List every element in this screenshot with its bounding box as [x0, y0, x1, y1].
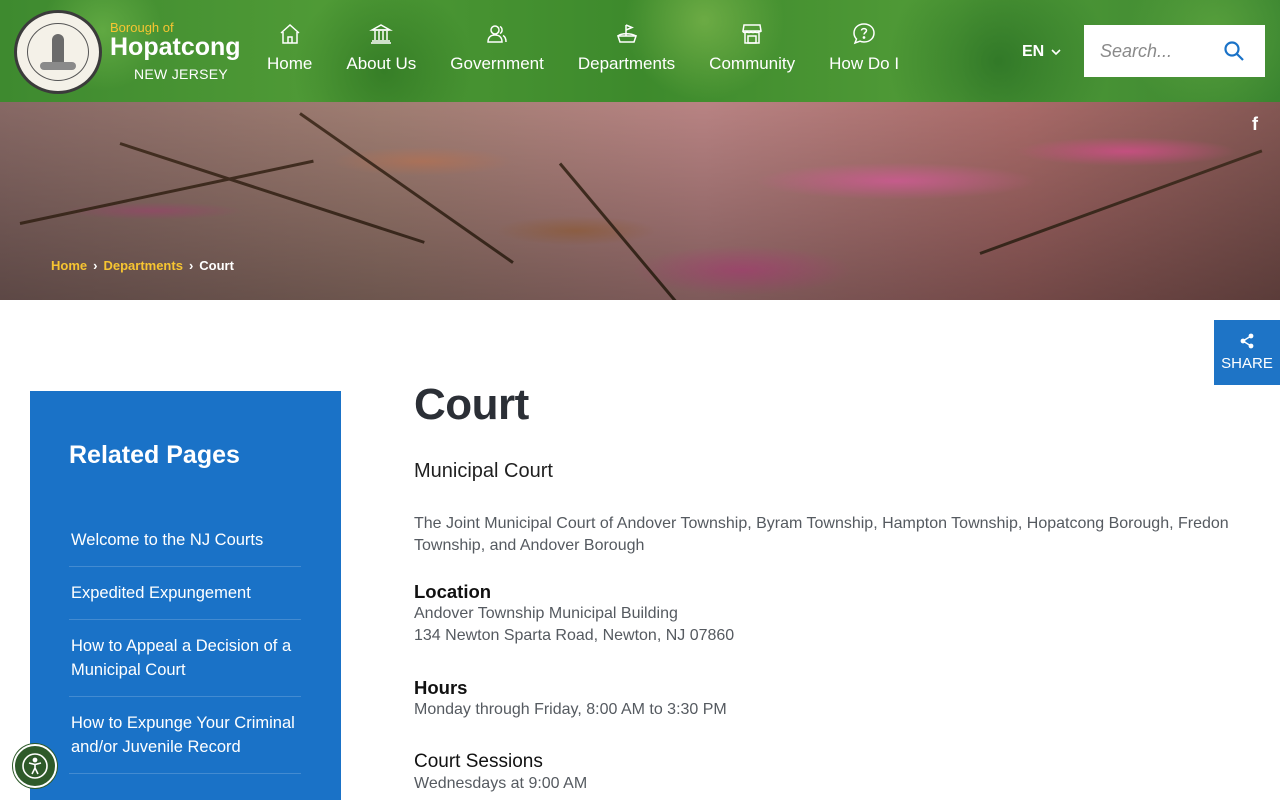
related-link-appeal-decision[interactable]: How to Appeal a Decision of a Municipal …: [69, 620, 301, 697]
accessibility-icon: [22, 753, 48, 779]
building-icon: [369, 24, 394, 44]
related-pages-sidebar: Related Pages Welcome to the NJ Courts E…: [30, 391, 341, 800]
site-header: Borough of Hopatcong NEW JERSEY Home Abo…: [0, 0, 1280, 102]
nav-item-how-do-i[interactable]: How Do I: [812, 18, 916, 88]
section-subheading: Municipal Court: [414, 460, 553, 482]
related-link-expedited-expungement[interactable]: Expedited Expungement: [69, 567, 301, 620]
breadcrumb-departments[interactable]: Departments: [103, 258, 182, 273]
nav-label: How Do I: [829, 54, 900, 73]
main-content: Court Municipal Court The Joint Municipa…: [414, 380, 1264, 795]
nav-label: Government: [450, 54, 544, 73]
location-title: Location: [414, 581, 492, 602]
flag-icon: [616, 24, 637, 43]
nav-label: Community: [709, 54, 796, 73]
intro-paragraph: The Joint Municipal Court of Andover Tow…: [414, 515, 1229, 554]
nav-item-about-us[interactable]: About Us: [329, 18, 433, 88]
share-label: SHARE: [1221, 355, 1273, 372]
nav-item-home[interactable]: Home: [250, 18, 329, 88]
breadcrumb-separator: ›: [93, 258, 98, 273]
nav-item-community[interactable]: Community: [692, 18, 812, 88]
main-nav: Home About Us Government Departments Com…: [250, 18, 916, 88]
related-link-nj-courts[interactable]: Welcome to the NJ Courts: [69, 528, 301, 567]
breadcrumb-home[interactable]: Home: [51, 258, 87, 273]
storefront-icon: [742, 24, 763, 44]
hours-section: Hours Monday through Friday, 8:00 AM to …: [414, 677, 1264, 721]
hero-banner-image: f Home › Departments › Court: [0, 102, 1280, 300]
sessions-text: Wednesdays at 9:00 AM: [414, 775, 588, 792]
search-box: [1084, 25, 1265, 77]
related-pages-list: Welcome to the NJ Courts Expedited Expun…: [69, 528, 301, 774]
brand-state: NEW JERSEY: [134, 66, 229, 82]
share-button[interactable]: SHARE: [1214, 320, 1280, 385]
home-icon: [280, 23, 300, 44]
language-label: EN: [1022, 43, 1045, 60]
facebook-icon[interactable]: f: [1252, 114, 1268, 134]
nav-label: Home: [267, 54, 313, 73]
page-title: Court: [414, 380, 529, 429]
search-input[interactable]: [1100, 40, 1220, 62]
court-sessions-section: Court Sessions Wednesdays at 9:00 AM: [414, 751, 1264, 795]
nav-item-government[interactable]: Government: [433, 18, 561, 88]
nav-label: About Us: [346, 54, 417, 73]
question-icon: [853, 23, 875, 45]
nav-label: Departments: [577, 54, 676, 73]
chevron-down-icon: [1051, 49, 1061, 56]
breadcrumb-current: Court: [199, 258, 234, 273]
sessions-title: Court Sessions: [414, 751, 543, 772]
sidebar-title: Related Pages: [69, 441, 240, 469]
accessibility-button[interactable]: [13, 744, 57, 788]
breadcrumb: Home › Departments › Court: [51, 258, 234, 273]
people-icon: [487, 25, 507, 43]
location-section: Location Andover Township Municipal Buil…: [414, 581, 1264, 647]
seal-emblem-icon: [27, 23, 89, 81]
brand-name[interactable]: Hopatcong: [110, 33, 241, 62]
location-address: 134 Newton Sparta Road, Newton, NJ 07860: [414, 627, 735, 644]
search-icon[interactable]: [1223, 40, 1245, 62]
related-link-expunge-record[interactable]: How to Expunge Your Criminal and/or Juve…: [69, 697, 301, 774]
hours-title: Hours: [414, 677, 468, 698]
hours-text: Monday through Friday, 8:00 AM to 3:30 P…: [414, 701, 727, 718]
location-building: Andover Township Municipal Building: [414, 605, 678, 622]
breadcrumb-separator: ›: [188, 258, 194, 273]
borough-seal-logo[interactable]: [14, 10, 102, 94]
share-icon: [1240, 333, 1254, 349]
nav-item-departments[interactable]: Departments: [561, 18, 692, 88]
language-selector[interactable]: EN: [1022, 43, 1062, 61]
